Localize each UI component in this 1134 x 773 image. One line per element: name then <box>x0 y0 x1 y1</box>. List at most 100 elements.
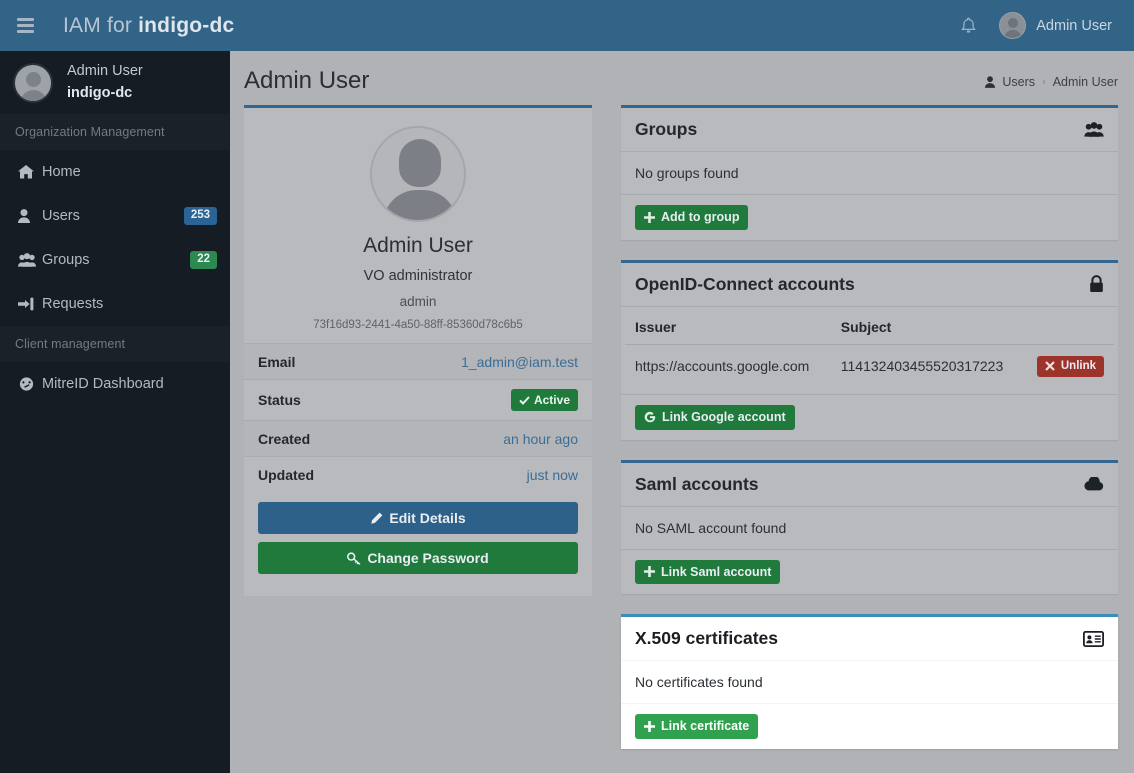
panels-column: Groups No groups found <box>621 105 1118 769</box>
table-row: https://accounts.google.com 114132403455… <box>625 344 1114 388</box>
app-root: IAM for indigo-dc Admin User Admin User … <box>0 0 1134 773</box>
breadcrumb-separator: › <box>1042 76 1046 88</box>
oidc-panel-header: OpenID-Connect accounts <box>621 263 1118 307</box>
sidebar-item-home[interactable]: Home <box>0 150 230 194</box>
profile-actions: Edit Details Change Password <box>244 493 592 596</box>
oidc-cell-issuer: https://accounts.google.com <box>625 344 831 388</box>
pencil-icon <box>370 512 383 525</box>
oidc-column-subject: Subject <box>831 311 1024 345</box>
x509-panel-header: X.509 certificates <box>621 617 1118 661</box>
profile-row-label-created: Created <box>258 431 310 447</box>
profile-row-label-email: Email <box>258 354 295 370</box>
profile-column: Admin User VO administrator admin 73f16d… <box>244 105 592 616</box>
profile-name: Admin User <box>258 234 578 258</box>
breadcrumb-link-users[interactable]: Users <box>1002 75 1035 89</box>
navbar-right: Admin User <box>947 0 1134 51</box>
saml-panel-body: No SAML account found <box>621 507 1118 549</box>
profile-row-email: Email 1_admin@iam.test <box>244 344 592 380</box>
sidebar-item-label-mitreid: MitreID Dashboard <box>42 376 217 392</box>
sidebar-profile-org: indigo-dc <box>67 83 143 104</box>
navbar-user-menu[interactable]: Admin User <box>991 0 1118 51</box>
oidc-accounts-table: Issuer Subject https://accounts.google.c… <box>625 311 1114 389</box>
notifications-button[interactable] <box>947 0 989 51</box>
sidebar-item-label-users: Users <box>42 208 184 224</box>
oidc-panel-footer: Link Google account <box>621 394 1118 440</box>
sidebar-item-requests[interactable]: Requests <box>0 282 230 326</box>
link-google-account-label: Link Google account <box>662 411 786 424</box>
sidebar-toggle-button[interactable] <box>0 0 50 51</box>
link-saml-account-button[interactable]: Link Saml account <box>635 560 780 585</box>
check-icon <box>519 396 530 405</box>
navbar-user-name: Admin User <box>1036 18 1112 34</box>
x509-panel-footer: Link certificate <box>621 703 1118 749</box>
hamburger-icon <box>17 15 34 36</box>
profile-uuid: 73f16d93-2441-4a50-88ff-85360d78c6b5 <box>258 319 578 331</box>
users-icon <box>18 253 42 267</box>
oidc-column-actions <box>1024 311 1114 345</box>
plus-icon <box>644 566 655 577</box>
sign-in-icon <box>18 297 42 311</box>
add-to-group-button[interactable]: Add to group <box>635 205 748 230</box>
sidebar-item-label-home: Home <box>42 164 217 180</box>
edit-details-button[interactable]: Edit Details <box>258 502 578 534</box>
plus-icon <box>644 721 655 732</box>
x509-panel-body: No certificates found <box>621 661 1118 703</box>
bell-icon <box>960 17 977 35</box>
users-icon <box>1084 122 1104 137</box>
oidc-cell-actions: Unlink <box>1024 344 1114 388</box>
sidebar-item-mitreid-dashboard[interactable]: MitreID Dashboard <box>0 362 230 406</box>
key-icon <box>347 552 361 565</box>
profile-row-created: Created an hour ago <box>244 421 592 457</box>
main-content: Admin User Users › Admin User Admin User… <box>230 51 1134 773</box>
groups-panel-body: No groups found <box>621 152 1118 194</box>
sidebar-item-groups[interactable]: Groups 22 <box>0 238 230 282</box>
change-password-button[interactable]: Change Password <box>258 542 578 574</box>
user-icon <box>18 209 42 223</box>
sidebar-badge-users: 253 <box>184 207 217 225</box>
groups-empty-text: No groups found <box>635 165 739 181</box>
sidebar-section-header-organization: Organization Management <box>0 114 230 150</box>
sidebar-section-header-client: Client management <box>0 326 230 362</box>
link-certificate-button[interactable]: Link certificate <box>635 714 758 739</box>
top-navbar: IAM for indigo-dc Admin User <box>0 0 1134 51</box>
times-icon <box>1045 361 1055 371</box>
groups-panel-header: Groups <box>621 108 1118 152</box>
oidc-column-issuer: Issuer <box>625 311 831 345</box>
home-icon <box>18 165 42 179</box>
saml-panel-title: Saml accounts <box>635 474 759 495</box>
add-to-group-label: Add to group <box>661 211 739 224</box>
app-brand[interactable]: IAM for indigo-dc <box>63 14 234 38</box>
x509-empty-text: No certificates found <box>635 674 763 690</box>
link-google-account-button[interactable]: Link Google account <box>635 405 795 430</box>
user-icon <box>985 76 995 88</box>
id-card-icon <box>1083 631 1104 647</box>
saml-panel-footer: Link Saml account <box>621 549 1118 595</box>
oidc-panel-body: Issuer Subject https://accounts.google.c… <box>621 307 1118 395</box>
profile-summary: Admin User VO administrator admin 73f16d… <box>244 108 592 343</box>
cloud-icon <box>1083 477 1104 491</box>
dashboard-icon <box>18 377 42 391</box>
sidebar-item-users[interactable]: Users 253 <box>0 194 230 238</box>
sidebar-profile[interactable]: Admin User indigo-dc <box>0 51 230 114</box>
profile-role: VO administrator <box>258 268 578 284</box>
oidc-cell-subject: 114132403455520317223 <box>831 344 1024 388</box>
breadcrumb-current: Admin User <box>1053 75 1118 89</box>
google-icon <box>644 411 656 423</box>
profile-row-label-updated: Updated <box>258 467 314 483</box>
content-columns: Admin User VO administrator admin 73f16d… <box>230 105 1134 769</box>
profile-row-value-updated: just now <box>527 467 578 483</box>
sidebar-badge-groups: 22 <box>190 251 217 269</box>
profile-row-value-email[interactable]: 1_admin@iam.test <box>461 354 578 370</box>
saml-panel: Saml accounts No SAML account found <box>621 460 1118 595</box>
status-badge: Active <box>511 389 578 411</box>
profile-detail-list: Email 1_admin@iam.test Status Active <box>244 343 592 493</box>
brand-prefix: IAM for <box>63 14 138 37</box>
link-certificate-label: Link certificate <box>661 720 749 733</box>
unlink-account-button[interactable]: Unlink <box>1037 356 1104 378</box>
profile-row-label-status: Status <box>258 392 301 408</box>
sidebar-avatar <box>13 63 53 103</box>
unlink-account-label: Unlink <box>1061 361 1096 373</box>
user-avatar <box>999 12 1026 39</box>
sidebar-profile-name: Admin User <box>67 61 143 82</box>
oidc-panel-title: OpenID-Connect accounts <box>635 274 855 295</box>
